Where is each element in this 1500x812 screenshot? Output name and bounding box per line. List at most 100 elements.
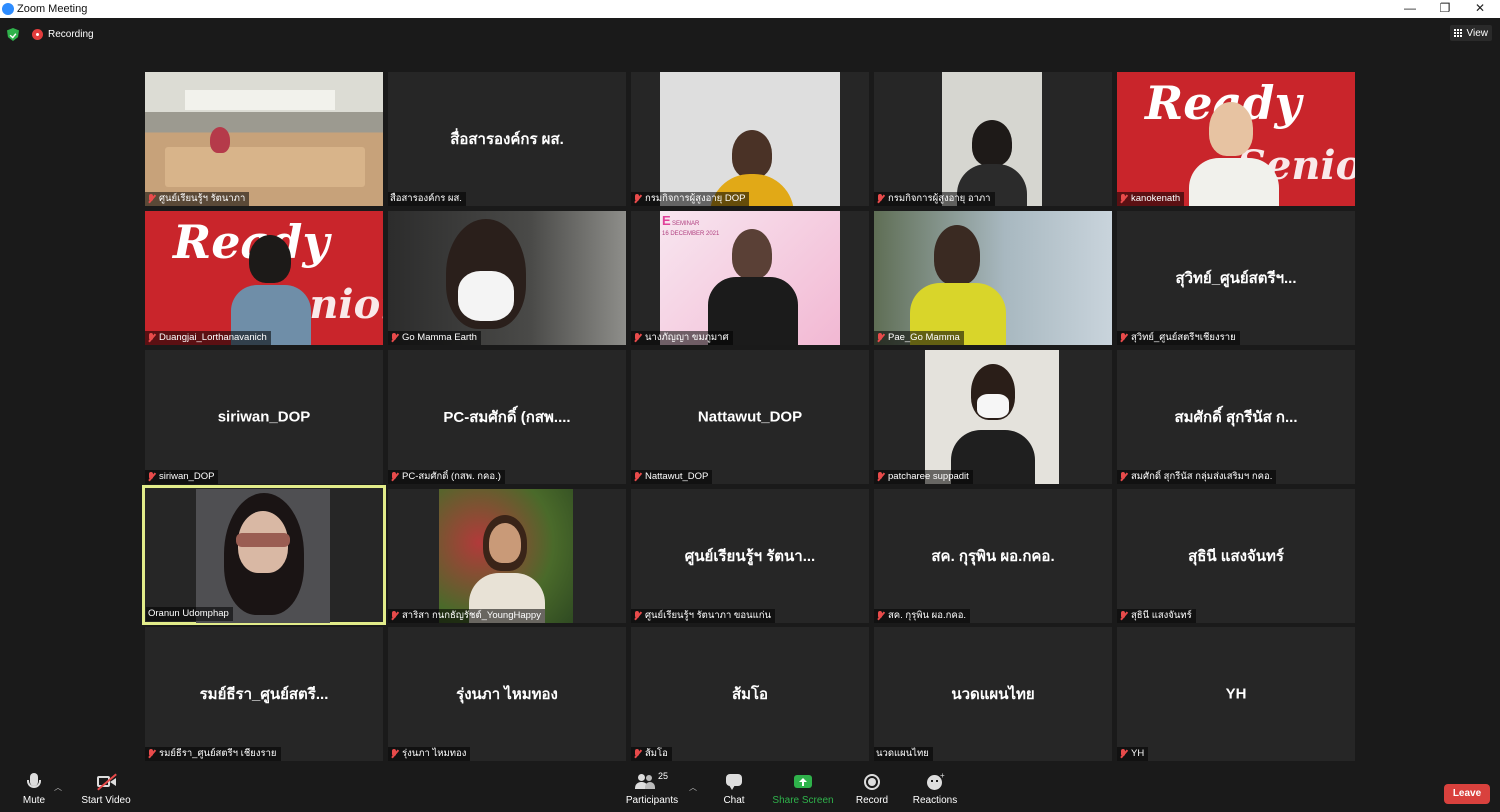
mic-muted-icon: [633, 194, 641, 204]
video-tile[interactable]: รมย์ธีรา_ศูนย์สตรี... รมย์ธีรา_ศูนย์สตรี…: [145, 627, 383, 761]
participant-name-label: PC-สมศักดิ์ (กสพ. กคอ.): [388, 470, 505, 484]
participant-name-label: Duangjai_Lorthanavanich: [145, 331, 271, 345]
participant-name-label: กรมกิจการผู้สูงอายุ DOP: [631, 192, 750, 206]
reactions-button[interactable]: + Reactions: [910, 772, 960, 807]
video-camera-off-icon: [95, 772, 117, 792]
share-screen-icon: [792, 772, 814, 792]
participant-name-label: นางภัญญา ขมภูมาศ: [631, 331, 733, 345]
mic-muted-icon: [876, 333, 884, 343]
mic-muted-icon: [633, 611, 641, 621]
mic-muted-icon: [876, 611, 884, 621]
video-tile[interactable]: Go Mamma Earth: [388, 211, 626, 345]
window-title-bar: Zoom Meeting — ❐ ✕: [0, 0, 1500, 18]
participant-name-label: siriwan_DOP: [145, 470, 219, 484]
minimize-button[interactable]: —: [1390, 0, 1430, 18]
participant-name-label: สมศักดิ์ สุกรีนัส กลุ่มส่งเสริมฯ กคอ.: [1117, 470, 1277, 484]
chat-button[interactable]: Chat: [716, 772, 752, 806]
participant-name-label: kanokenath: [1117, 192, 1185, 206]
video-tile[interactable]: สาริสา กนกธัญรัชต์_YoungHappy: [388, 489, 626, 623]
mic-muted-icon: [147, 472, 155, 482]
grid-view-icon: [1453, 29, 1462, 37]
encryption-shield-icon[interactable]: [7, 28, 19, 41]
video-tile[interactable]: Pae_Go Mamma: [874, 211, 1112, 345]
video-tile[interactable]: สื่อสารองค์กร ผส. สื่อสารองค์กร ผส.: [388, 72, 626, 206]
start-video-button[interactable]: Start Video: [80, 772, 132, 806]
participant-display-name: ศูนย์เรียนรู้ฯ รัตนา...: [684, 548, 816, 565]
participants-options-caret[interactable]: ︿: [689, 782, 697, 793]
mic-muted-icon: [390, 611, 398, 621]
participant-display-name: siriwan_DOP: [217, 408, 311, 426]
recording-label: Recording: [48, 28, 94, 40]
participant-display-name: สื่อสารองค์กร ผส.: [450, 131, 564, 148]
mic-muted-icon: [147, 749, 155, 759]
video-tile[interactable]: ศูนย์เรียนรู้ฯ รัตนา... ศูนย์เรียนรู้ฯ ร…: [631, 489, 869, 623]
audio-options-caret[interactable]: ︿: [54, 782, 62, 793]
video-tile-active-speaker[interactable]: Oranun Udomphap: [142, 485, 386, 625]
video-tile[interactable]: Ready Senior Duangjai_Lorthanavanich: [145, 211, 383, 345]
mic-muted-icon: [1119, 472, 1127, 482]
video-feed: Ready Senior: [145, 211, 383, 345]
video-feed: [925, 350, 1059, 484]
participant-display-name: สค. กุรุพิน ผอ.กคอ.: [931, 548, 1055, 565]
participant-name-label: Go Mamma Earth: [388, 331, 481, 345]
participant-display-name: รมย์ธีรา_ศูนย์สตรี...: [199, 686, 329, 703]
video-tile[interactable]: Ready Senior kanokenath: [1117, 72, 1355, 206]
mute-button[interactable]: Mute: [14, 772, 54, 806]
leave-meeting-button[interactable]: Leave: [1444, 784, 1490, 804]
participant-name-label: patcharee suppadit: [874, 470, 973, 484]
close-button[interactable]: ✕: [1460, 0, 1500, 18]
participant-name-label: รมย์ธีรา_ศูนย์สตรีฯ เชียงราย: [145, 747, 281, 761]
restore-button[interactable]: ❐: [1425, 0, 1465, 18]
video-feed: E SEMINAR 16 DECEMBER 2021: [660, 211, 840, 345]
video-tile[interactable]: สุธินี แสงจันทร์ สุธินี แสงจันทร์: [1117, 489, 1355, 623]
participant-display-name: นวดแผนไทย: [951, 686, 1035, 703]
participant-name-label: ศูนย์เรียนรู้ฯ รัตนาภา: [145, 192, 250, 206]
participant-name-label: กรมกิจการผู้สูงอายุ อาภา: [874, 192, 995, 206]
video-tile[interactable]: สมศักดิ์ สุกรีนัส ก... สมศักดิ์ สุกรีนัส…: [1117, 350, 1355, 484]
participants-count: 25: [658, 771, 669, 781]
mic-muted-icon: [633, 472, 641, 482]
video-feed: [145, 72, 383, 206]
video-tile[interactable]: สุวิทย์_ศูนย์สตรีฯ... สุวิทย์_ศูนย์สตรีฯ…: [1117, 211, 1355, 345]
mic-muted-icon: [1119, 749, 1127, 759]
record-icon: [861, 772, 883, 792]
mic-muted-icon: [633, 333, 641, 343]
mic-muted-icon: [390, 749, 398, 759]
mic-muted-icon: [390, 333, 398, 343]
video-feed: [874, 211, 1112, 345]
participant-name-label: สื่อสารองค์กร ผส.: [388, 192, 466, 206]
video-tile[interactable]: Nattawut_DOP Nattawut_DOP: [631, 350, 869, 484]
view-button[interactable]: View: [1449, 25, 1492, 41]
participant-name-label: สค. กุรุพิน ผอ.กคอ.: [874, 609, 971, 623]
video-tile[interactable]: YH YH: [1117, 627, 1355, 761]
mic-muted-icon: [633, 749, 641, 759]
video-tile[interactable]: E SEMINAR 16 DECEMBER 2021 นางภัญญา ขมภู…: [631, 211, 869, 345]
window-title: Zoom Meeting: [17, 3, 88, 15]
video-tile[interactable]: กรมกิจการผู้สูงอายุ DOP: [631, 72, 869, 206]
video-tile[interactable]: รุ่งนภา ไหมทอง รุ่งนภา ไหมทอง: [388, 627, 626, 761]
share-screen-button[interactable]: Share Screen: [770, 772, 836, 806]
video-tile[interactable]: patcharee suppadit: [874, 350, 1112, 484]
video-tile[interactable]: นวดแผนไทย นวดแผนไทย: [874, 627, 1112, 761]
video-feed: [660, 72, 840, 206]
recording-icon: [32, 28, 43, 40]
recording-indicator[interactable]: Recording: [32, 27, 94, 41]
participant-display-name: Nattawut_DOP: [697, 408, 803, 426]
mic-muted-icon: [1119, 194, 1127, 204]
participant-display-name: สุวิทย์_ศูนย์สตรีฯ...: [1175, 270, 1297, 287]
participant-display-name: PC-สมศักดิ์ (กสพ....: [443, 409, 571, 426]
participant-name-label: YH: [1117, 747, 1149, 761]
participant-display-name: รุ่งนภา ไหมทอง: [456, 686, 558, 703]
participant-name-label: สุวิทย์_ศูนย์สตรีฯเชียงราย: [1117, 331, 1240, 345]
participant-name-label: ส้มโอ: [631, 747, 672, 761]
video-tile[interactable]: PC-สมศักดิ์ (กสพ.... PC-สมศักดิ์ (กสพ. ก…: [388, 350, 626, 484]
video-tile[interactable]: siriwan_DOP siriwan_DOP: [145, 350, 383, 484]
participant-name-label: สาริสา กนกธัญรัชต์_YoungHappy: [388, 609, 545, 623]
video-tile[interactable]: ส้มโอ ส้มโอ: [631, 627, 869, 761]
video-tile[interactable]: สค. กุรุพิน ผอ.กคอ. สค. กุรุพิน ผอ.กคอ.: [874, 489, 1112, 623]
participants-button[interactable]: 25 Participants: [624, 771, 680, 806]
record-button[interactable]: Record: [852, 772, 892, 806]
video-feed: [388, 211, 626, 345]
video-tile[interactable]: กรมกิจการผู้สูงอายุ อาภา: [874, 72, 1112, 206]
video-tile[interactable]: ศูนย์เรียนรู้ฯ รัตนาภา: [145, 72, 383, 206]
